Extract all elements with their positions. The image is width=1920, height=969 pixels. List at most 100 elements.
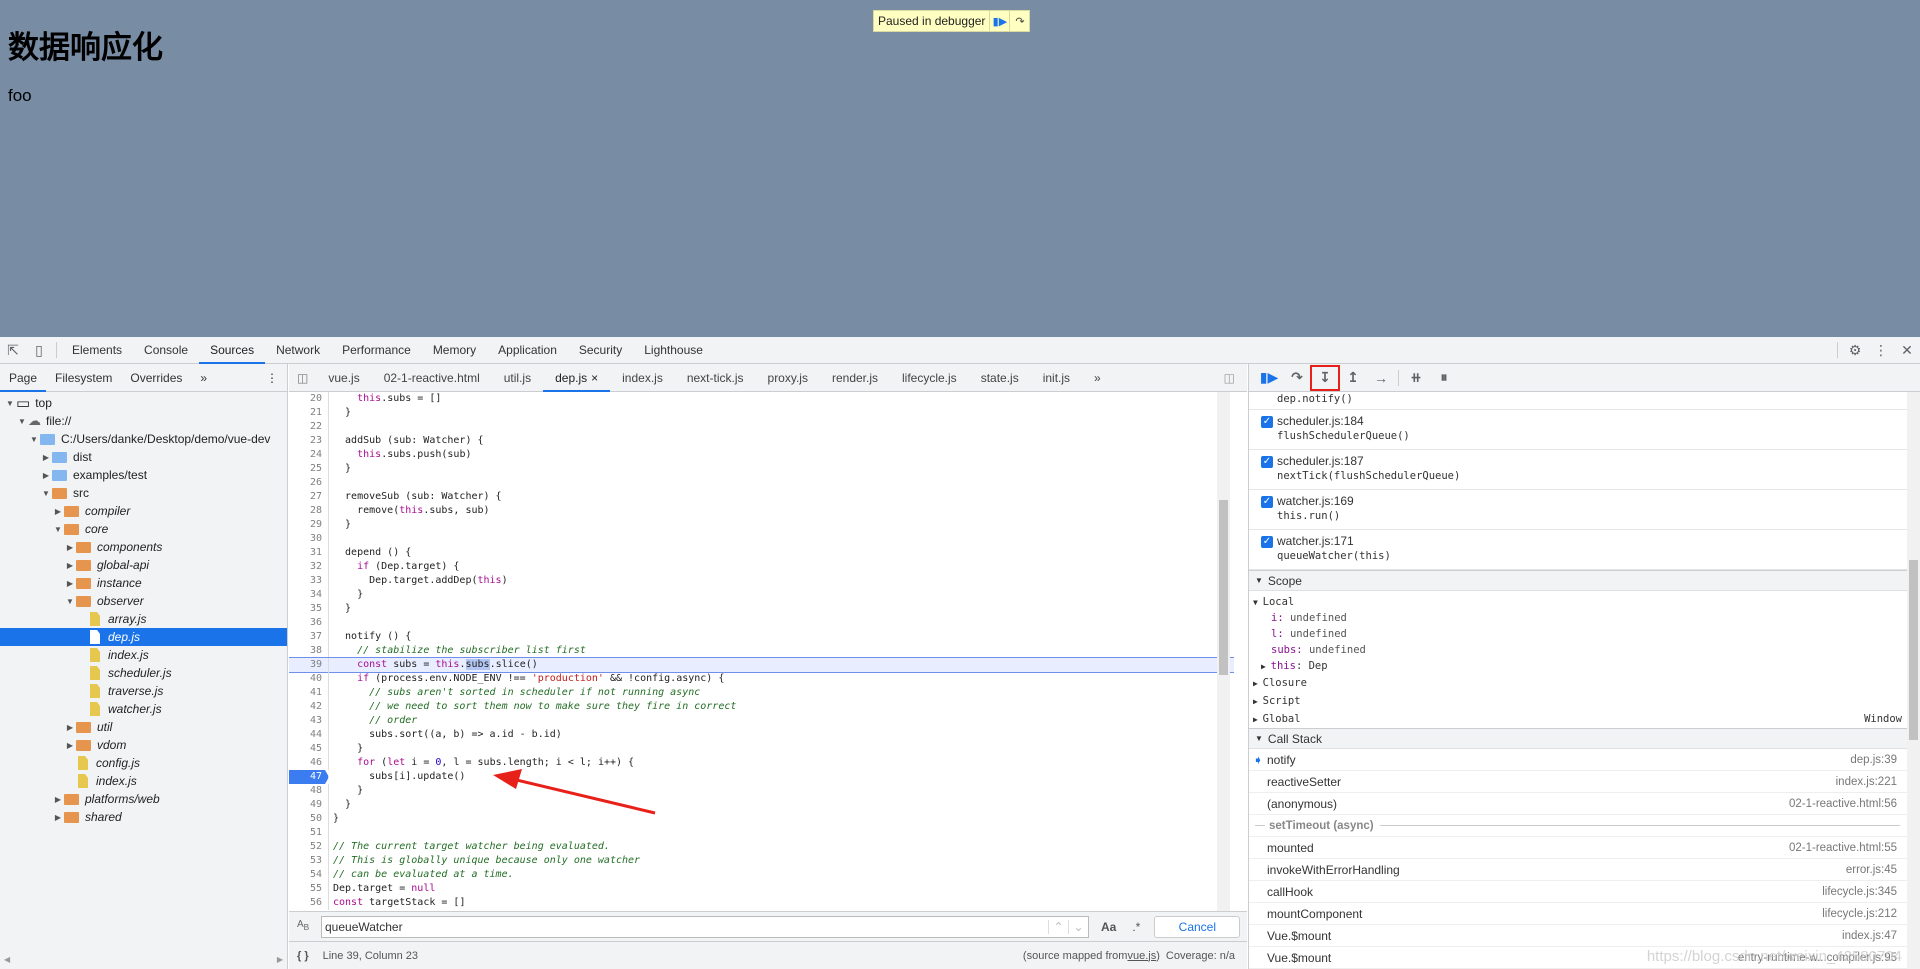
stack-frame[interactable]: mounted 02-1-reactive.html:55 xyxy=(1249,837,1920,859)
source-map-link[interactable]: vue.js xyxy=(1127,950,1156,962)
expanded-arrow-icon[interactable]: ▼ xyxy=(28,435,40,444)
stack-frame[interactable]: Vue.$mount index.js:47 xyxy=(1249,925,1920,947)
scope-row[interactable]: ▶ Global Window xyxy=(1249,710,1920,728)
code-line[interactable]: 55 Dep.target = null xyxy=(289,882,1234,896)
code-line[interactable]: 37 notify () { xyxy=(289,630,1234,644)
frame-location[interactable]: index.js:221 xyxy=(1836,776,1897,788)
code-line[interactable]: 44 subs.sort((a, b) => a.id - b.id) xyxy=(289,728,1234,742)
match-case-button[interactable]: Aa xyxy=(1101,920,1116,934)
breakpoint-item[interactable]: ✓ watcher.js:171 queueWatcher(this) xyxy=(1249,530,1920,570)
code-line[interactable]: 21 } xyxy=(289,406,1234,420)
code-line[interactable]: 34 } xyxy=(289,588,1234,602)
frame-location[interactable]: error.js:45 xyxy=(1846,864,1897,876)
collapsed-arrow-icon[interactable]: ▶ xyxy=(1261,662,1271,671)
breakpoint-item[interactable]: ✓ scheduler.js:187 nextTick(flushScheduler… xyxy=(1249,450,1920,490)
code-line[interactable]: 49 } xyxy=(289,798,1234,812)
folder-item[interactable]: ▼ observer xyxy=(0,592,287,610)
device-toolbar-icon[interactable]: ▯ xyxy=(26,337,52,364)
scope-row[interactable]: subs: undefined xyxy=(1249,642,1920,658)
folder-item[interactable]: ▶ shared xyxy=(0,808,287,826)
collapsed-arrow-icon[interactable]: ▶ xyxy=(1253,697,1263,706)
toggle-navigator-icon[interactable]: ◫ xyxy=(289,364,316,392)
file-item[interactable]: index.js xyxy=(0,772,287,790)
folder-item[interactable]: ▶ vdom xyxy=(0,736,287,754)
code-line[interactable]: 32 if (Dep.target) { xyxy=(289,560,1234,574)
editor-tab[interactable]: index.js xyxy=(610,364,675,392)
scope-row[interactable]: i: undefined xyxy=(1249,610,1920,626)
code-line[interactable]: 30 xyxy=(289,532,1234,546)
folder-item[interactable]: ▶ compiler xyxy=(0,502,287,520)
file-item[interactable]: index.js xyxy=(0,646,287,664)
tab-security[interactable]: Security xyxy=(568,337,633,364)
frame-location[interactable]: 02-1-reactive.html:55 xyxy=(1789,842,1897,854)
current-stack-frame[interactable]: ➧ notify dep.js:39 xyxy=(1249,749,1920,771)
folder-item[interactable]: ▼ ▭ top xyxy=(0,394,287,412)
more-options-icon[interactable]: ⋮ xyxy=(1868,337,1894,364)
frame-location[interactable]: lifecycle.js:345 xyxy=(1822,886,1897,898)
previous-match-icon[interactable]: ⌃ xyxy=(1048,919,1068,934)
editor-tab[interactable]: render.js xyxy=(820,364,890,392)
expanded-arrow-icon[interactable]: ▼ xyxy=(16,417,28,426)
step-icon[interactable]: → xyxy=(1367,366,1395,390)
breakpoint-checkbox[interactable]: ✓ xyxy=(1261,536,1273,548)
code-line[interactable]: 48 } xyxy=(289,784,1234,798)
code-line[interactable]: 50} xyxy=(289,812,1234,826)
tab-application[interactable]: Application xyxy=(487,337,568,364)
tab-elements[interactable]: Elements xyxy=(61,337,133,364)
code-line[interactable]: 28 remove(this.subs, sub) xyxy=(289,504,1234,518)
code-line[interactable]: 40 if (process.env.NODE_ENV !== 'product… xyxy=(289,672,1234,686)
horizontal-scrollbar[interactable]: ◀ ▶ xyxy=(0,955,287,969)
collapsed-arrow-icon[interactable]: ▶ xyxy=(64,579,76,588)
stack-frame[interactable]: reactiveSetter index.js:221 xyxy=(1249,771,1920,793)
code-line[interactable]: 24 this.subs.push(sub) xyxy=(289,448,1234,462)
collapsed-arrow-icon[interactable]: ▶ xyxy=(64,543,76,552)
file-item[interactable]: scheduler.js xyxy=(0,664,287,682)
folder-item[interactable]: ▶ util xyxy=(0,718,287,736)
code-line[interactable]: 36 xyxy=(289,616,1234,630)
folder-item[interactable]: ▶ instance xyxy=(0,574,287,592)
nav-tab-page[interactable]: Page xyxy=(0,364,47,392)
code-line[interactable]: 31 depend () { xyxy=(289,546,1234,560)
stack-frame[interactable]: (anonymous) 02-1-reactive.html:56 xyxy=(1249,793,1920,815)
tab-memory[interactable]: Memory xyxy=(422,337,487,364)
breakpoint-checkbox[interactable]: ✓ xyxy=(1261,416,1273,428)
folder-item[interactable]: ▶ platforms/web xyxy=(0,790,287,808)
expanded-arrow-icon[interactable]: ▼ xyxy=(40,489,52,498)
frame-location[interactable]: 02-1-reactive.html:56 xyxy=(1789,798,1897,810)
close-devtools-icon[interactable]: ✕ xyxy=(1894,337,1920,364)
deactivate-breakpoints-icon[interactable]: ⧺ xyxy=(1402,366,1430,390)
frame-location[interactable]: index.js:47 xyxy=(1842,930,1897,942)
collapsed-arrow-icon[interactable]: ▶ xyxy=(52,795,64,804)
replace-toggle-icon[interactable]: AB xyxy=(297,919,309,932)
tab-performance[interactable]: Performance xyxy=(331,337,422,364)
file-item[interactable]: watcher.js xyxy=(0,700,287,718)
collapsed-arrow-icon[interactable]: ▶ xyxy=(64,723,76,732)
scope-row[interactable]: ▶ Closure xyxy=(1249,674,1920,692)
search-input[interactable]: queueWatcher ⌃ ⌄ xyxy=(321,915,1089,938)
editor-tab[interactable]: init.js xyxy=(1031,364,1082,392)
navigator-menu-icon[interactable]: ⋮ xyxy=(257,364,287,392)
code-lines[interactable]: 20 this.subs = [] 21 } 22 23 addSub (sub: W… xyxy=(289,392,1234,911)
more-tabs-chevron-icon[interactable]: » xyxy=(1082,364,1113,392)
expanded-arrow-icon[interactable]: ▼ xyxy=(64,597,76,606)
code-line[interactable]: 22 xyxy=(289,420,1234,434)
stack-frame[interactable]: callHook lifecycle.js:345 xyxy=(1249,881,1920,903)
editor-scrollbar-thumb[interactable] xyxy=(1219,500,1228,675)
tab-network[interactable]: Network xyxy=(265,337,331,364)
editor-tab[interactable]: util.js xyxy=(492,364,543,392)
folder-item[interactable]: ▶ global-api xyxy=(0,556,287,574)
pause-on-exceptions-icon[interactable]: ⏸ xyxy=(1430,366,1458,390)
tab-lighthouse[interactable]: Lighthouse xyxy=(633,337,714,364)
editor-tab[interactable]: vue.js xyxy=(316,364,371,392)
editor-tab[interactable]: lifecycle.js xyxy=(890,364,969,392)
code-line[interactable]: 45 } xyxy=(289,742,1234,756)
scope-row[interactable]: ▼ Local xyxy=(1249,594,1920,610)
code-line[interactable]: 33 Dep.target.addDep(this) xyxy=(289,574,1234,588)
code-line[interactable]: 25 } xyxy=(289,462,1234,476)
breakpoint-marker[interactable]: 47 xyxy=(289,770,329,784)
scope-row[interactable]: ▶ this: Dep xyxy=(1249,658,1920,674)
code-line[interactable]: 42 // we need to sort them now to make s… xyxy=(289,700,1234,714)
collapsed-arrow-icon[interactable]: ▶ xyxy=(52,507,64,516)
code-line[interactable]: 27 removeSub (sub: Watcher) { xyxy=(289,490,1234,504)
folder-item[interactable]: ▼ C:/Users/danke/Desktop/demo/vue-dev xyxy=(0,430,287,448)
